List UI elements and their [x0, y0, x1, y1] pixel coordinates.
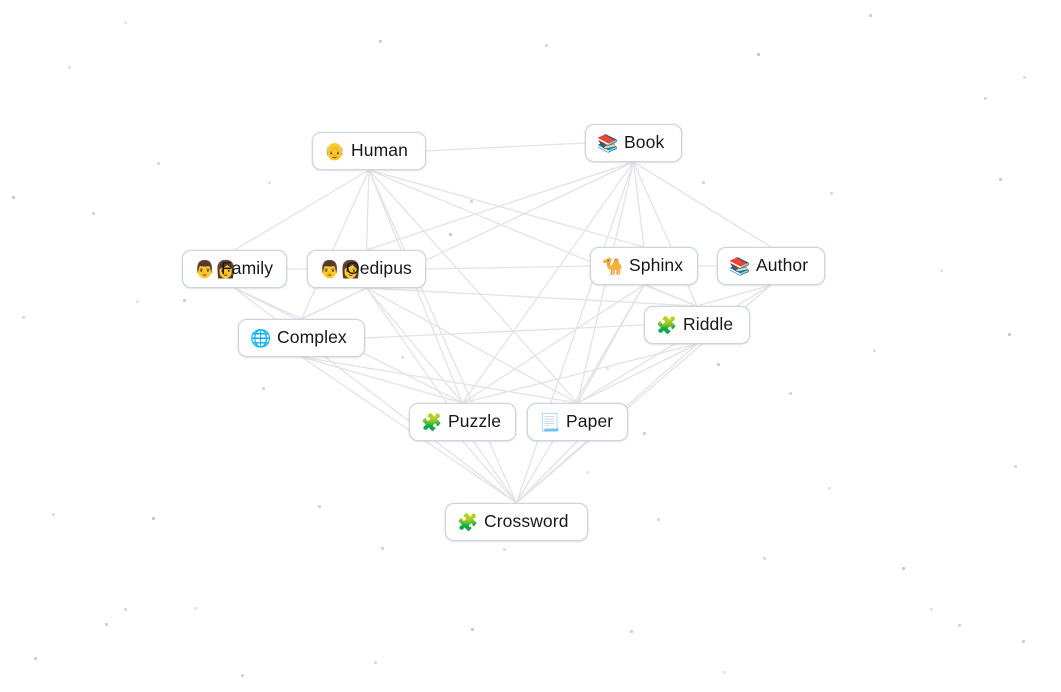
graph-node-complex[interactable]: 🌐 Complex [238, 319, 365, 357]
graph-node-label: Crossword [484, 511, 569, 532]
puzzle-piece-icon: 🧩 [656, 315, 678, 335]
graph-canvas[interactable]: 👴 Human 📚 Book 👨‍👩 Family 👨‍👩 Oedipus 🐪 Sphinx 📚 Au… [0, 0, 1061, 692]
graph-node-label: Riddle [683, 314, 734, 335]
graph-node-sphinx[interactable]: 🐪 Sphinx [590, 247, 698, 285]
page-with-curl-icon: 📃 [539, 412, 561, 432]
graph-node-oedipus[interactable]: 👨‍👩 Oedipus [307, 250, 426, 288]
books-stack-icon: 📚 [597, 133, 619, 153]
graph-node-puzzle[interactable]: 🧩 Puzzle [409, 403, 516, 441]
graph-node-book[interactable]: 📚 Book [585, 124, 682, 162]
graph-node-human[interactable]: 👴 Human [312, 132, 426, 170]
puzzle-piece-icon: 🧩 [457, 512, 479, 532]
graph-node-label: Family [221, 258, 274, 279]
graph-node-family[interactable]: 👨‍👩 Family [182, 250, 287, 288]
puzzle-piece-icon: 🧩 [421, 412, 443, 432]
graph-node-label: Sphinx [629, 255, 684, 276]
graph-node-riddle[interactable]: 🧩 Riddle [644, 306, 750, 344]
graph-node-label: Book [624, 132, 665, 153]
graph-node-label: Puzzle [448, 411, 502, 432]
globe-icon: 🌐 [250, 328, 272, 348]
graph-node-label: Author [756, 255, 809, 276]
books-stack-icon: 📚 [729, 256, 751, 276]
graph-node-label: Paper [566, 411, 614, 432]
graph-node-label: Human [351, 140, 408, 161]
two-people-icon: 👨‍👩 [319, 259, 362, 279]
graph-node-label: Oedipus [346, 258, 412, 279]
graph-node-crossword[interactable]: 🧩 Crossword [445, 503, 588, 541]
graph-node-label: Complex [277, 327, 347, 348]
camel-icon: 🐪 [602, 256, 624, 276]
graph-node-author[interactable]: 📚 Author [717, 247, 825, 285]
two-people-icon: 👨‍👩 [194, 259, 237, 279]
graph-nodes-layer[interactable]: 👴 Human 📚 Book 👨‍👩 Family 👨‍👩 Oedipus 🐪 Sphinx 📚 Au… [0, 0, 1061, 692]
graph-node-paper[interactable]: 📃 Paper [527, 403, 628, 441]
old-man-face-icon: 👴 [324, 141, 346, 161]
